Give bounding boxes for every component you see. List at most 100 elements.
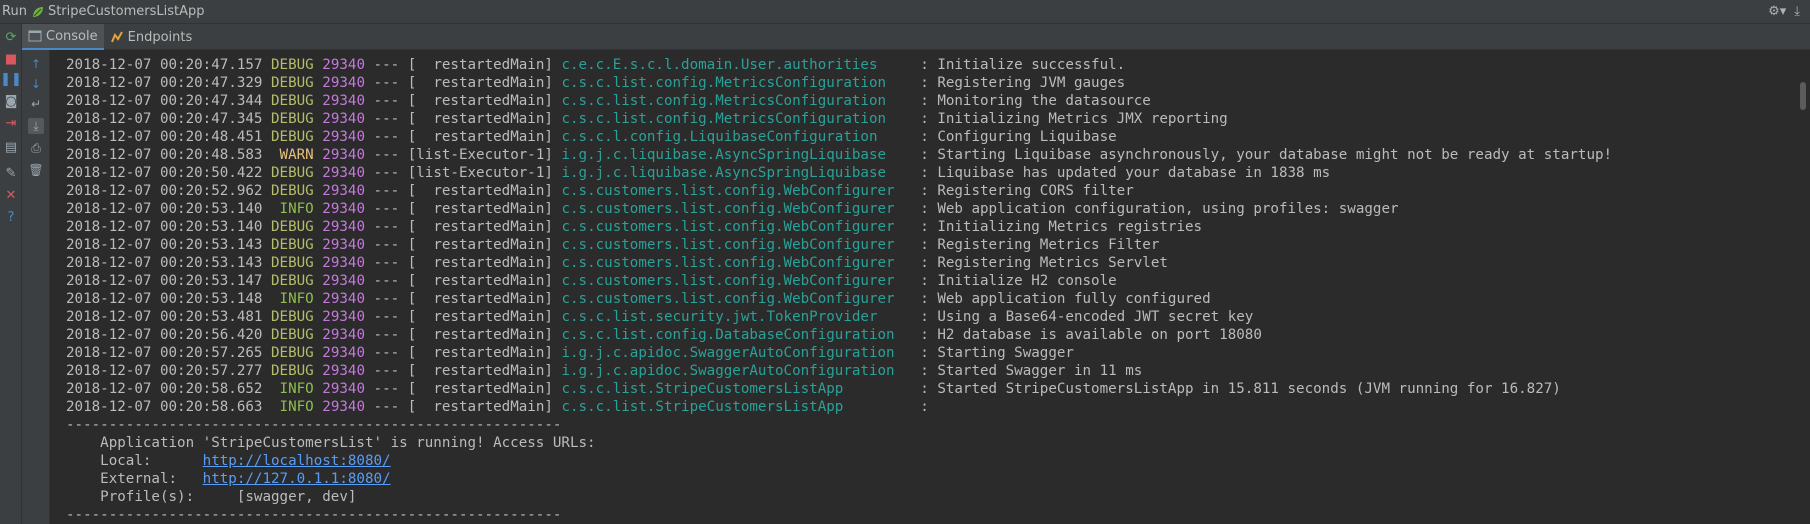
soft-wrap-icon[interactable]: ↵ bbox=[28, 96, 44, 112]
log-logger: c.s.c.list.config.MetricsConfiguration bbox=[561, 111, 912, 127]
log-thread: restartedMain bbox=[416, 93, 545, 109]
log-level: DEBUG bbox=[271, 111, 314, 127]
log-logger: i.g.j.c.liquibase.AsyncSpringLiquibase bbox=[561, 165, 912, 181]
log-thread: restartedMain bbox=[416, 399, 545, 415]
log-thread: restartedMain bbox=[416, 201, 545, 217]
log-message: Initialize successful. bbox=[937, 57, 1126, 73]
log-timestamp: 2018-12-07 00:20:48.451 bbox=[66, 129, 263, 145]
log-line: 2018-12-07 00:20:58.663 INFO 29340 --- [… bbox=[66, 399, 938, 415]
log-logger: i.g.j.c.liquibase.AsyncSpringLiquibase bbox=[561, 147, 912, 163]
log-timestamp: 2018-12-07 00:20:58.663 bbox=[66, 399, 263, 415]
pause-icon[interactable]: ❚❚ bbox=[0, 70, 22, 88]
trash-icon[interactable]: 🗑 bbox=[28, 162, 44, 178]
separator-bottom-line: ----------------------------------------… bbox=[66, 506, 1612, 524]
log-pid: 29340 bbox=[322, 399, 365, 415]
log-thread: restartedMain bbox=[416, 111, 545, 127]
log-line: 2018-12-07 00:20:50.422 DEBUG 29340 --- … bbox=[66, 165, 1331, 181]
log-message: Starting Swagger bbox=[937, 345, 1074, 361]
hide-panel-icon[interactable]: ⤓ bbox=[1794, 4, 1800, 19]
log-timestamp: 2018-12-07 00:20:52.962 bbox=[66, 183, 263, 199]
log-line: 2018-12-07 00:20:47.157 DEBUG 29340 --- … bbox=[66, 57, 1126, 73]
log-pid: 29340 bbox=[322, 309, 365, 325]
log-line: 2018-12-07 00:20:53.147 DEBUG 29340 --- … bbox=[66, 273, 1117, 289]
down-arrow-icon[interactable]: ↓ bbox=[28, 76, 44, 92]
external-label-line: External: http://127.0.1.1:8080/ bbox=[66, 470, 1612, 488]
log-logger: c.s.c.list.config.MetricsConfiguration bbox=[561, 75, 912, 91]
help-icon[interactable]: ? bbox=[2, 208, 20, 226]
layout-icon[interactable]: ▤ bbox=[2, 138, 20, 156]
log-thread: restartedMain bbox=[416, 129, 545, 145]
tab-endpoints-label: Endpoints bbox=[127, 29, 193, 45]
local-url-link[interactable]: http://localhost:8080/ bbox=[203, 453, 391, 469]
log-message: Started StripeCustomersListApp in 15.811… bbox=[937, 381, 1561, 397]
print-icon[interactable]: ⎙ bbox=[28, 140, 44, 156]
log-logger: c.s.customers.list.config.WebConfigurer bbox=[561, 273, 912, 289]
log-message: Registering Metrics Filter bbox=[937, 237, 1160, 253]
log-timestamp: 2018-12-07 00:20:48.583 bbox=[66, 147, 263, 163]
log-message: Registering JVM gauges bbox=[937, 75, 1126, 91]
log-line: 2018-12-07 00:20:53.481 DEBUG 29340 --- … bbox=[66, 309, 1254, 325]
log-pid: 29340 bbox=[322, 129, 365, 145]
log-line: 2018-12-07 00:20:53.143 DEBUG 29340 --- … bbox=[66, 237, 1160, 253]
log-message: Configuring Liquibase bbox=[937, 129, 1117, 145]
console-output[interactable]: 2018-12-07 00:20:47.157 DEBUG 29340 --- … bbox=[50, 50, 1796, 524]
log-level: DEBUG bbox=[271, 345, 314, 361]
pin-icon[interactable]: ✎ bbox=[2, 164, 20, 182]
log-message: Web application configuration, using pro… bbox=[937, 201, 1399, 217]
log-level: DEBUG bbox=[271, 255, 314, 271]
close-icon[interactable]: ✕ bbox=[2, 186, 20, 204]
log-logger: c.s.customers.list.config.WebConfigurer bbox=[561, 237, 912, 253]
log-logger: c.s.customers.list.config.WebConfigurer bbox=[561, 255, 912, 271]
log-level: DEBUG bbox=[271, 93, 314, 109]
log-logger: c.s.c.list.config.DatabaseConfiguration bbox=[561, 327, 912, 343]
external-url-link[interactable]: http://127.0.1.1:8080/ bbox=[203, 471, 391, 487]
log-thread: restartedMain bbox=[416, 75, 545, 91]
log-logger: c.s.c.list.config.MetricsConfiguration bbox=[561, 93, 912, 109]
tab-endpoints[interactable]: Endpoints bbox=[104, 24, 199, 50]
log-pid: 29340 bbox=[322, 327, 365, 343]
log-timestamp: 2018-12-07 00:20:56.420 bbox=[66, 327, 263, 343]
log-level: DEBUG bbox=[271, 75, 314, 91]
run-config-name: StripeCustomersListApp bbox=[47, 4, 205, 19]
rerun-icon[interactable]: ⟳ bbox=[2, 28, 20, 46]
log-thread: restartedMain bbox=[416, 273, 545, 289]
console-scrollbar[interactable] bbox=[1796, 50, 1810, 524]
log-level: INFO bbox=[271, 399, 314, 415]
scroll-to-end-icon[interactable]: ⤓ bbox=[28, 118, 44, 134]
log-message: Monitoring the datasource bbox=[937, 93, 1151, 109]
run-toolbar: ⟳ ■ ❚❚ ◙ ⇥ ▤ ✎ ✕ ? bbox=[0, 24, 22, 524]
log-thread: restartedMain bbox=[416, 237, 545, 253]
tab-console[interactable]: Console bbox=[22, 24, 104, 50]
log-level: DEBUG bbox=[271, 309, 314, 325]
log-level: INFO bbox=[271, 291, 314, 307]
local-label-line: Local: http://localhost:8080/ bbox=[66, 452, 1612, 470]
log-message: Web application fully configured bbox=[937, 291, 1211, 307]
log-timestamp: 2018-12-07 00:20:50.422 bbox=[66, 165, 263, 181]
log-message: Liquibase has updated your database in 1… bbox=[937, 165, 1331, 181]
log-pid: 29340 bbox=[322, 345, 365, 361]
log-line: 2018-12-07 00:20:56.420 DEBUG 29340 --- … bbox=[66, 327, 1262, 343]
login-icon[interactable]: ⇥ bbox=[2, 114, 20, 132]
log-line: 2018-12-07 00:20:53.140 DEBUG 29340 --- … bbox=[66, 219, 1203, 235]
log-pid: 29340 bbox=[322, 237, 365, 253]
log-timestamp: 2018-12-07 00:20:53.140 bbox=[66, 201, 263, 217]
log-pid: 29340 bbox=[322, 75, 365, 91]
up-arrow-icon[interactable]: ↑ bbox=[28, 56, 44, 72]
log-pid: 29340 bbox=[322, 183, 365, 199]
log-line: 2018-12-07 00:20:48.451 DEBUG 29340 --- … bbox=[66, 129, 1117, 145]
log-message: Initializing Metrics JMX reporting bbox=[937, 111, 1228, 127]
log-pid: 29340 bbox=[322, 57, 365, 73]
camera-icon[interactable]: ◙ bbox=[2, 92, 20, 110]
scrollbar-thumb[interactable] bbox=[1800, 82, 1806, 110]
spring-leaf-icon bbox=[31, 5, 45, 19]
log-timestamp: 2018-12-07 00:20:47.345 bbox=[66, 111, 263, 127]
stop-icon[interactable]: ■ bbox=[2, 50, 20, 68]
endpoints-icon bbox=[110, 30, 124, 44]
log-pid: 29340 bbox=[322, 273, 365, 289]
gear-icon[interactable]: ⚙▾ bbox=[1768, 4, 1786, 19]
log-thread: restartedMain bbox=[416, 381, 545, 397]
log-pid: 29340 bbox=[322, 147, 365, 163]
log-message: Registering CORS filter bbox=[937, 183, 1134, 199]
log-pid: 29340 bbox=[322, 219, 365, 235]
console-toolbar: ↑ ↓ ↵ ⤓ ⎙ 🗑 bbox=[22, 50, 50, 524]
